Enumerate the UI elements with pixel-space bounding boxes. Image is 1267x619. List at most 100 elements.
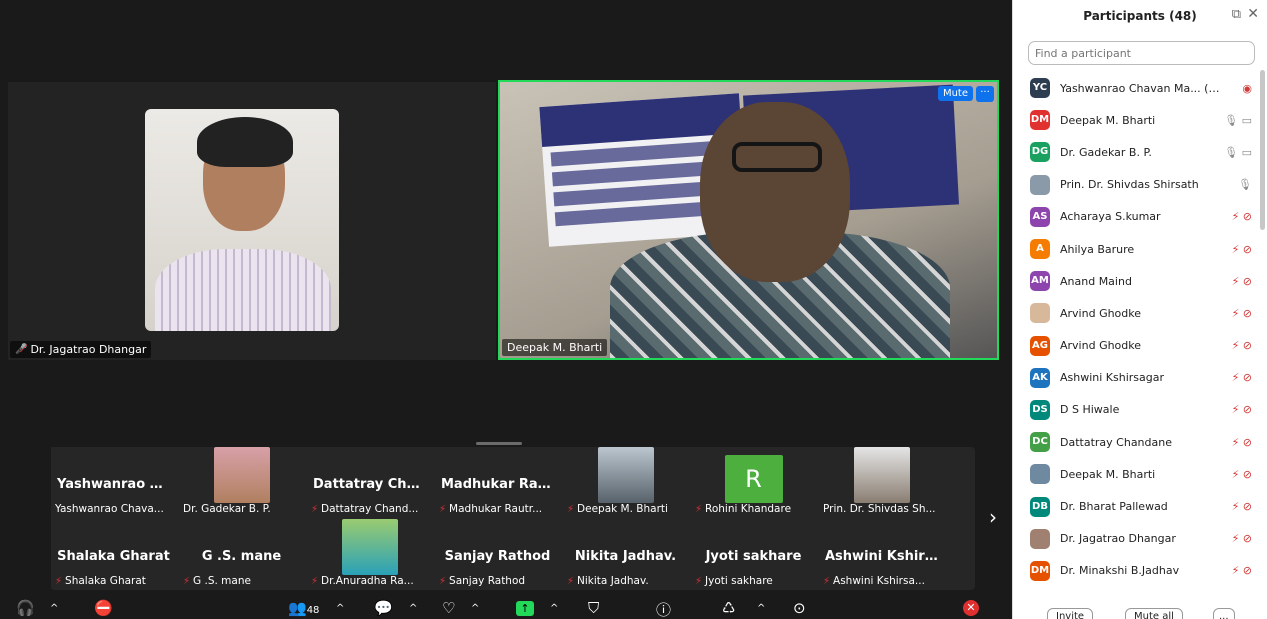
participant-row[interactable]: DS D S Hiwale ⚡ ⊘ [1013,394,1258,426]
thumb-name: ⚡ Dattatray Chand... [307,501,427,517]
thumb-tile[interactable]: Sanjay Rathod ⚡ Sanjay Rathod [435,519,560,589]
participant-row[interactable]: DM Deepak M. Bharti 🎙 ▭ [1013,104,1258,136]
info-icon[interactable]: ⓘ [656,599,671,619]
participant-avatar: DS [1030,399,1050,420]
chat-icon[interactable]: 💬 [374,599,393,617]
thumb-name-text: Deepak M. Bharti [577,503,668,515]
thumb-tile[interactable]: Jyoti sakhare ⚡ Jyoti sakhare [691,519,816,589]
mic-muted-icon: ⚡ [567,503,575,515]
thumb-tile[interactable]: G .S. mane ⚡ G .S. mane [179,519,304,589]
leave-meeting-icon[interactable]: ✕ [963,600,979,616]
chat-chevron-icon[interactable]: ^ [409,603,417,614]
participant-avatar: DG [1030,142,1050,163]
thumb-name-text: Nikita Jadhav. [577,575,649,587]
participant-name: Dr. Minakshi B.Jadhav [1060,564,1180,578]
participant-name: Yashwanrao Chavan Ma... (Host, me) [1060,81,1220,95]
participant-row[interactable]: AM Anand Maind ⚡ ⊘ [1013,265,1258,297]
participant-search-input[interactable] [1028,41,1255,65]
mic-muted-icon: ⚡ [439,575,447,587]
video-off-icon[interactable]: ⛔ [94,599,113,617]
participant-name: Arvind Ghodke [1060,306,1142,320]
thumb-name-text: Yashwanrao Chava... [55,503,164,515]
mic-muted-icon: ⚡ [311,575,319,587]
participant-row[interactable]: A Ahilya Barure ⚡ ⊘ [1013,233,1258,265]
apps-chevron-icon[interactable]: ^ [757,603,765,614]
mic-muted-icon: 🎤̸ [15,344,28,355]
security-shield-icon[interactable]: ⛉ [588,599,599,617]
popout-icon[interactable]: ⧉ [1232,7,1241,22]
thumb-name-text: G .S. mane [193,575,251,587]
participant-row[interactable]: YC Yashwanrao Chavan Ma... (Host, me) ◉ [1013,72,1258,104]
thumb-tile[interactable]: Dr. Gadekar B. P. [179,447,304,517]
invite-button[interactable]: Invite [1047,608,1094,619]
close-icon[interactable]: ✕ [1247,6,1259,22]
participant-row[interactable]: Deepak M. Bharti ⚡ ⊘ [1013,458,1258,490]
participant-row[interactable]: Arvind Ghodke ⚡ ⊘ [1013,297,1258,329]
apps-icon[interactable]: ♺ [722,599,735,617]
reactions-heart-icon[interactable]: ♡ [442,599,455,617]
mute-participant-button[interactable]: Mute [937,86,973,101]
thumb-letter-avatar: R [724,455,783,503]
participant-row[interactable]: DC Dattatray Chandane ⚡ ⊘ [1013,426,1258,458]
thumb-name: Prin. Dr. Shivdas Sh... [819,501,939,517]
thumb-tile[interactable]: Nikita Jadhav. ⚡ Nikita Jadhav. [563,519,688,589]
resize-handle[interactable] [476,442,522,445]
participant-row[interactable]: AK Ashwini Kshirsagar ⚡ ⊘ [1013,362,1258,394]
thumb-tile[interactable]: Shalaka Gharat ⚡ Shalaka Gharat [51,519,176,589]
participants-chevron-icon[interactable]: ^ [336,603,344,614]
thumb-tile[interactable]: Dattatray Chand... ⚡Dattatray Chand... [307,447,432,517]
more-icon[interactable]: ⊙ [793,599,806,617]
participant-row[interactable]: DB Dr. Bharat Pallewad ⚡ ⊘ [1013,490,1258,522]
participant-avatar: DB [1030,496,1050,517]
participant-avatar [1030,303,1050,324]
participant-row[interactable]: AG Arvind Ghodke ⚡ ⊘ [1013,330,1258,362]
reactions-chevron-icon[interactable]: ^ [471,603,479,614]
mute-all-button[interactable]: Mute all [1125,608,1183,619]
participant-row[interactable]: Dr. Jagatrao Dhangar ⚡ ⊘ [1013,523,1258,555]
participant-row[interactable]: DM Dr. Minakshi B.Jadhav ⚡ ⊘ [1013,555,1258,587]
thumb-big-name: Madhukar Rautr... [441,477,560,492]
participant-avatar: YC [1030,78,1050,99]
profile-photo [145,109,339,331]
thumb-photo [341,519,398,575]
thumb-name: ⚡ Jyoti sakhare [691,573,811,589]
thumb-name: ⚡ Dr.Anuradha Ra... [307,573,427,589]
video-tile-active-speaker[interactable]: Mute ··· Deepak M. Bharti [498,80,999,360]
participant-row[interactable]: DG Dr. Gadekar B. P. 🎙 ▭ [1013,136,1258,168]
participant-row[interactable]: Prin. Dr. Shivdas Shirsath 🎙 [1013,169,1258,201]
mic-camera-muted-icon: ⚡ ⊘ [1231,435,1252,449]
mic-muted-icon: ⚡ [567,575,575,587]
mic-camera-muted-icon: ⚡ ⊘ [1231,306,1252,320]
participant-avatar [1030,464,1050,485]
thumb-name: ⚡ Nikita Jadhav. [563,573,683,589]
audio-options-chevron-icon[interactable]: ^ [50,603,58,614]
thumb-big-name: Jyoti sakhare [705,549,802,564]
more-options-button[interactable]: ··· [976,86,994,102]
audio-headphone-icon[interactable]: 🎧 [16,599,35,617]
panel-title: Participants (48) [1083,9,1197,23]
participant-avatar: AM [1030,271,1050,292]
video-tile-speaker-1[interactable]: 🎤̸ Dr. Jagatrao Dhangar [8,82,496,360]
mic-camera-muted-icon: ⚡ ⊘ [1231,371,1252,385]
thumb-tile[interactable]: Ashwini Kshirsa... ⚡ Ashwini Kshirsa... [819,519,944,589]
thumb-tile[interactable]: ⚡ Dr.Anuradha Ra... [307,519,432,589]
thumb-tile[interactable]: Madhukar Rautr... ⚡ Madhukar Rautr... [435,447,560,517]
panel-scrollbar[interactable] [1260,70,1265,230]
thumb-tile[interactable]: Prin. Dr. Shivdas Sh... [819,447,944,517]
thumb-tile[interactable]: ⚡ Deepak M. Bharti [563,447,688,517]
mic-camera-muted-icon: ⚡ ⊘ [1231,467,1252,481]
share-chevron-icon[interactable]: ^ [550,603,558,614]
next-page-arrow-icon[interactable]: › [989,505,997,529]
participants-icon[interactable]: 👥48 [288,599,319,617]
share-screen-icon[interactable]: ↑ [516,601,534,616]
speaker-name: Deepak M. Bharti [507,341,603,354]
participant-avatar: AS [1030,206,1050,227]
thumb-tile[interactable]: Yashwanrao Cha... Yashwanrao Chava... [51,447,176,517]
thumb-tile[interactable]: R ⚡ Rohini Khandare [691,447,816,517]
thumb-name: ⚡ G .S. mane [179,573,299,589]
participant-row[interactable]: AS Acharaya S.kumar ⚡ ⊘ [1013,201,1258,233]
participant-name: Deepak M. Bharti [1060,467,1156,481]
thumb-big-name: Sanjay Rathod [444,549,551,564]
more-options-button[interactable]: ... [1213,608,1235,619]
thumb-photo [597,447,654,503]
